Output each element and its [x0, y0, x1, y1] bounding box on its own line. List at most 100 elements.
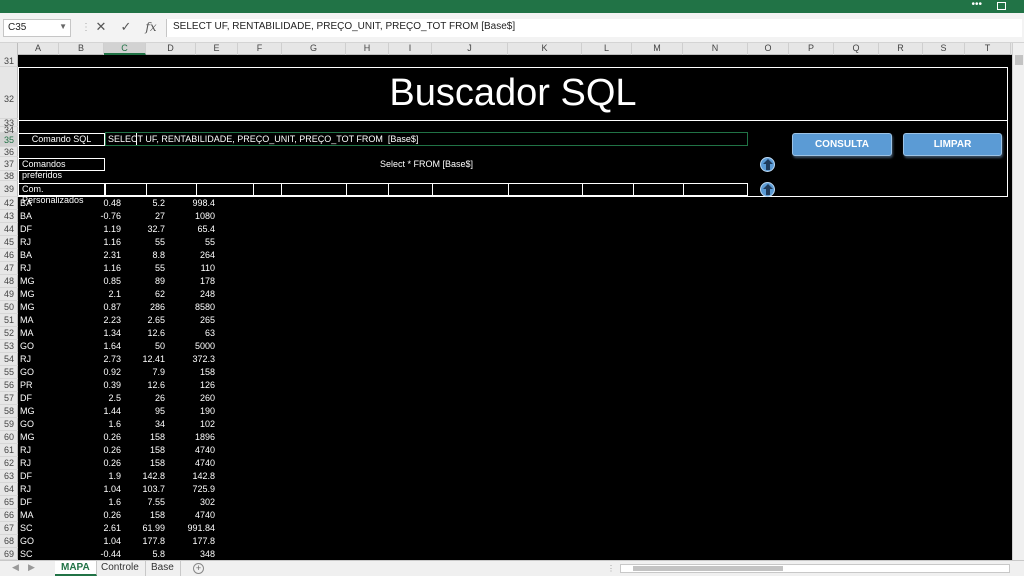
cell-preco-tot[interactable]: 65.4: [158, 223, 215, 236]
row-header-32[interactable]: 32: [0, 67, 18, 119]
horizontal-scrollbar[interactable]: [620, 564, 1010, 573]
row-header-62[interactable]: 62: [0, 457, 18, 470]
cell-preco-unit[interactable]: 61.99: [108, 522, 165, 535]
cell-preco-tot[interactable]: 264: [158, 249, 215, 262]
tab-base[interactable]: Base: [145, 561, 181, 576]
tab-controle[interactable]: Controle: [95, 561, 146, 576]
cell-uf[interactable]: RJ: [20, 483, 60, 496]
row-header-66[interactable]: 66: [0, 509, 18, 522]
row-header-47[interactable]: 47: [0, 262, 18, 275]
column-header-k[interactable]: K: [508, 43, 582, 55]
column-header-n[interactable]: N: [683, 43, 748, 55]
horizontal-scroll-thumb[interactable]: [633, 566, 783, 571]
cell-preco-unit[interactable]: 142.8: [108, 470, 165, 483]
column-header-r[interactable]: R: [879, 43, 923, 55]
cell-uf[interactable]: MA: [20, 327, 60, 340]
row-header-57[interactable]: 57: [0, 392, 18, 405]
row-header-56[interactable]: 56: [0, 379, 18, 392]
sql-command-input[interactable]: SELECT UF, RENTABILIDADE, PREÇO_UNIT, PR…: [105, 132, 748, 146]
row-header-55[interactable]: 55: [0, 366, 18, 379]
cell-uf[interactable]: BA: [20, 210, 60, 223]
cell-preco-unit[interactable]: 158: [108, 444, 165, 457]
cell-preco-tot[interactable]: 302: [158, 496, 215, 509]
cell-uf[interactable]: GO: [20, 366, 60, 379]
cell-preco-unit[interactable]: 103.7: [108, 483, 165, 496]
cell-preco-tot[interactable]: 260: [158, 392, 215, 405]
row-header-60[interactable]: 60: [0, 431, 18, 444]
cell-uf[interactable]: DF: [20, 470, 60, 483]
vertical-scrollbar[interactable]: [1012, 43, 1024, 560]
column-header-e[interactable]: E: [196, 43, 238, 55]
cell-uf[interactable]: DF: [20, 496, 60, 509]
splitter-icon[interactable]: ⋮: [607, 564, 615, 573]
row-header-54[interactable]: 54: [0, 353, 18, 366]
more-options-icon[interactable]: •••: [971, 0, 982, 10]
row-header-48[interactable]: 48: [0, 275, 18, 288]
cell-preco-unit[interactable]: 158: [108, 457, 165, 470]
cell-preco-tot[interactable]: 4740: [158, 444, 215, 457]
row-header-46[interactable]: 46: [0, 249, 18, 262]
column-header-a[interactable]: A: [18, 43, 59, 55]
cell-preco-tot[interactable]: 142.8: [158, 470, 215, 483]
row-header-43[interactable]: 43: [0, 210, 18, 223]
cell-preco-tot[interactable]: 725.9: [158, 483, 215, 496]
cell-uf[interactable]: DF: [20, 392, 60, 405]
cell-preco-tot[interactable]: 190: [158, 405, 215, 418]
cell-preco-tot[interactable]: 1080: [158, 210, 215, 223]
column-header-g[interactable]: G: [282, 43, 346, 55]
cell-preco-tot[interactable]: 55: [158, 236, 215, 249]
chevron-down-icon[interactable]: ▼: [59, 22, 67, 31]
cell-preco-tot[interactable]: 372.3: [158, 353, 215, 366]
cell-uf[interactable]: RJ: [20, 262, 60, 275]
cell-uf[interactable]: MG: [20, 301, 60, 314]
cell-preco-tot[interactable]: 8580: [158, 301, 215, 314]
cell-preco-tot[interactable]: 4740: [158, 509, 215, 522]
row-header-52[interactable]: 52: [0, 327, 18, 340]
cell-uf[interactable]: MG: [20, 275, 60, 288]
cell-preco-tot[interactable]: 110: [158, 262, 215, 275]
cell-preco-tot[interactable]: 126: [158, 379, 215, 392]
column-header-j[interactable]: J: [432, 43, 508, 55]
row-header-53[interactable]: 53: [0, 340, 18, 353]
column-header-d[interactable]: D: [146, 43, 196, 55]
cell-preco-tot[interactable]: 177.8: [158, 535, 215, 548]
row-header-59[interactable]: 59: [0, 418, 18, 431]
row-header-42[interactable]: 42: [0, 197, 18, 210]
column-header-c[interactable]: C: [104, 43, 146, 55]
cell-uf[interactable]: MA: [20, 509, 60, 522]
run-custom-button[interactable]: [760, 182, 775, 197]
cell-uf[interactable]: DF: [20, 223, 60, 236]
consulta-button[interactable]: CONSULTA: [792, 133, 892, 156]
cell-preco-unit[interactable]: 5.2: [108, 197, 165, 210]
enter-icon[interactable]: ✓: [116, 18, 136, 36]
cell-preco-tot[interactable]: 63: [158, 327, 215, 340]
row-header-36[interactable]: 36: [0, 147, 18, 157]
cell-preco-tot[interactable]: 102: [158, 418, 215, 431]
row-header-37[interactable]: 37: [0, 157, 18, 171]
column-header-f[interactable]: F: [238, 43, 282, 55]
cell-uf[interactable]: GO: [20, 340, 60, 353]
row-header-68[interactable]: 68: [0, 535, 18, 548]
row-header-45[interactable]: 45: [0, 236, 18, 249]
column-header-l[interactable]: L: [582, 43, 632, 55]
row-header-51[interactable]: 51: [0, 314, 18, 327]
cell-preco-unit[interactable]: 50: [108, 340, 165, 353]
row-header-50[interactable]: 50: [0, 301, 18, 314]
cell-preco-unit[interactable]: 32.7: [108, 223, 165, 236]
row-header-67[interactable]: 67: [0, 522, 18, 535]
cell-preco-unit[interactable]: 158: [108, 431, 165, 444]
limpar-button[interactable]: LIMPAR: [903, 133, 1002, 156]
row-header-69[interactable]: 69: [0, 548, 18, 560]
cell-preco-tot[interactable]: 178: [158, 275, 215, 288]
cell-uf[interactable]: RJ: [20, 236, 60, 249]
cell-preco-unit[interactable]: 55: [108, 236, 165, 249]
insert-function-icon[interactable]: fx: [141, 18, 161, 36]
cell-preco-unit[interactable]: 7.55: [108, 496, 165, 509]
row-header-44[interactable]: 44: [0, 223, 18, 236]
select-all-corner[interactable]: [0, 43, 18, 55]
vertical-scroll-thumb[interactable]: [1015, 55, 1023, 65]
cell-preco-tot[interactable]: 1896: [158, 431, 215, 444]
column-header-p[interactable]: P: [789, 43, 834, 55]
cell-uf[interactable]: RJ: [20, 353, 60, 366]
row-header-63[interactable]: 63: [0, 470, 18, 483]
